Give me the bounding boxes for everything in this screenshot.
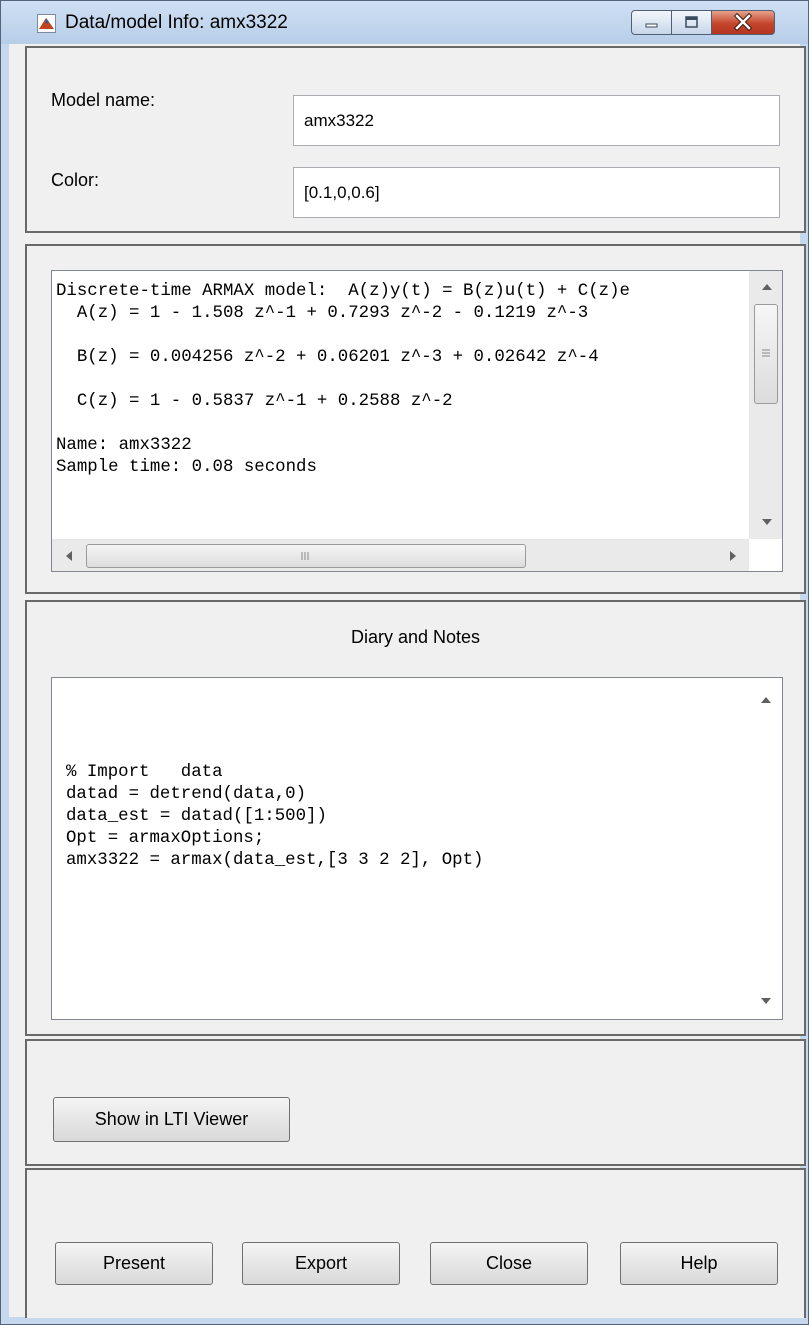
diary-panel: Diary and Notes % Import data datad = de…	[25, 600, 806, 1036]
horizontal-scroll-thumb[interactable]	[86, 544, 526, 568]
model-text-content: Discrete-time ARMAX model: A(z)y(t) = B(…	[56, 281, 630, 479]
diary-text-content: % Import data datad = detrend(data,0) da…	[66, 762, 483, 872]
model-text-line: B(z) = 0.004256 z^-2 + 0.06201 z^-3 + 0.…	[56, 348, 599, 367]
help-button[interactable]: Help	[620, 1242, 778, 1285]
scroll-right-icon[interactable]	[730, 551, 736, 561]
model-text-area[interactable]: Discrete-time ARMAX model: A(z)y(t) = B(…	[51, 270, 783, 572]
model-text-line: Sample time: 0.08 seconds	[56, 458, 317, 477]
diary-heading: Diary and Notes	[350, 627, 481, 647]
footer-button-panel: Present Export Close Help	[25, 1168, 806, 1318]
scroll-down-icon[interactable]	[761, 998, 771, 1004]
diary-text-area[interactable]: % Import data datad = detrend(data,0) da…	[51, 677, 783, 1020]
model-name-input[interactable]: amx3322	[293, 95, 780, 146]
model-properties-panel: Model name: amx3322 Color: [0.1,0,0.6]	[25, 46, 806, 233]
scroll-up-icon[interactable]	[762, 284, 772, 290]
show-in-lti-viewer-button[interactable]: Show in LTI Viewer	[53, 1097, 290, 1142]
grip-icon	[762, 349, 770, 357]
close-icon	[733, 12, 753, 32]
grip-icon	[301, 552, 309, 560]
export-button[interactable]: Export	[242, 1242, 400, 1285]
scroll-down-icon[interactable]	[762, 519, 772, 525]
maximize-button[interactable]	[671, 10, 712, 35]
diary-line: datad = detrend(data,0)	[66, 785, 307, 804]
close-button[interactable]: Close	[430, 1242, 588, 1285]
close-window-button[interactable]	[711, 10, 775, 35]
diary-line: % Import data	[66, 763, 223, 782]
lti-panel: Show in LTI Viewer	[25, 1039, 806, 1166]
model-text-line: A(z) = 1 - 1.508 z^-1 + 0.7293 z^-2 - 0.…	[56, 304, 589, 323]
diary-line: Opt = armaxOptions;	[66, 829, 265, 848]
model-text-line: C(z) = 1 - 0.5837 z^-1 + 0.2588 z^-2	[56, 392, 453, 411]
color-input[interactable]: [0.1,0,0.6]	[293, 167, 780, 218]
present-button[interactable]: Present	[55, 1242, 213, 1285]
model-text-horizontal-scrollbar[interactable]	[52, 539, 749, 571]
title-bar[interactable]: Data/model Info: amx3322	[1, 1, 808, 44]
model-text-line: Discrete-time ARMAX model: A(z)y(t) = B(…	[56, 282, 630, 301]
minimize-icon	[645, 23, 658, 28]
window-title: Data/model Info: amx3322	[65, 12, 288, 33]
diary-vertical-scrollbar[interactable]	[749, 678, 782, 1019]
model-name-label: Model name:	[51, 90, 156, 110]
color-label: Color:	[51, 170, 100, 190]
model-text-line: Name: amx3322	[56, 436, 192, 455]
scroll-up-icon[interactable]	[761, 697, 771, 703]
model-description-panel: Discrete-time ARMAX model: A(z)y(t) = B(…	[25, 244, 806, 594]
minimize-button[interactable]	[631, 10, 672, 35]
vertical-scroll-thumb[interactable]	[754, 304, 778, 404]
dialog-window: Data/model Info: amx3322 Model name: amx…	[0, 0, 809, 1325]
matlab-icon	[37, 14, 56, 33]
model-text-vertical-scrollbar[interactable]	[749, 271, 782, 539]
diary-line: amx3322 = armax(data_est,[3 3 2 2], Opt)	[66, 851, 484, 870]
diary-line: data_est = datad([1:500])	[66, 807, 327, 826]
maximize-icon	[685, 16, 698, 28]
scroll-left-icon[interactable]	[66, 551, 72, 561]
